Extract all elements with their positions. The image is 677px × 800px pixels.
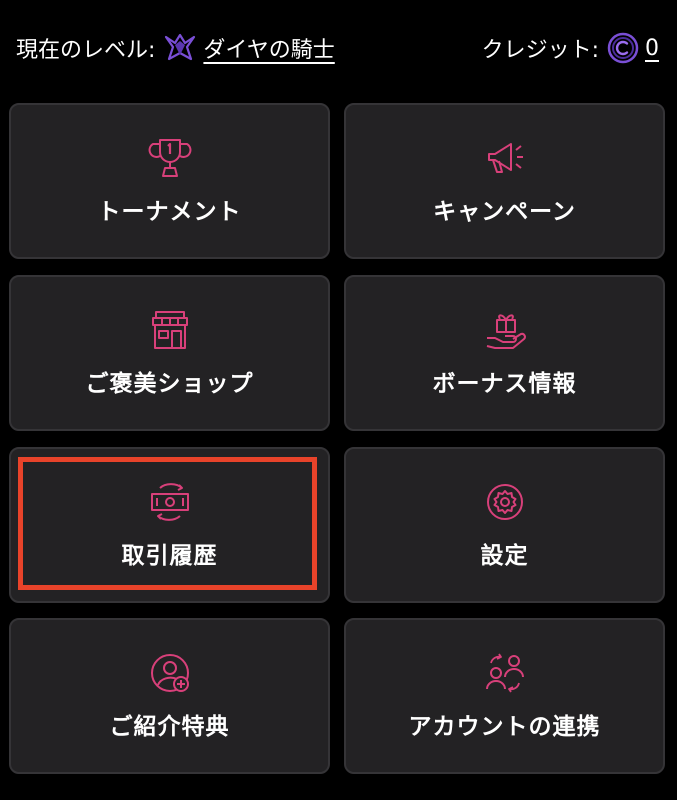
menu-tournament[interactable]: トーナメント [9, 103, 330, 259]
menu-label: 取引履歴 [121, 543, 218, 569]
menu-label: キャンペーン [433, 199, 576, 225]
menu-reward-shop[interactable]: ご褒美ショップ [9, 275, 330, 431]
menu-label: ご褒美ショップ [85, 371, 254, 397]
menu-label: 設定 [480, 543, 529, 569]
users-link-icon [483, 651, 527, 695]
user-add-icon [148, 651, 192, 695]
menu-label: アカウントの連携 [408, 714, 601, 740]
menu-label: ボーナス情報 [432, 371, 577, 397]
menu-grid: トーナメント キャンペーン ご褒美ショップ ボーナス情報 取引履歴 設定 ご紹介… [0, 0, 677, 800]
menu-account-link[interactable]: アカウントの連携 [344, 618, 665, 774]
menu-label: ご紹介特典 [109, 714, 230, 740]
menu-referral-bonus[interactable]: ご紹介特典 [9, 618, 330, 774]
megaphone-icon [483, 136, 527, 180]
menu-transaction-history[interactable]: 取引履歴 [9, 447, 330, 603]
menu-campaign[interactable]: キャンペーン [344, 103, 665, 259]
menu-label: トーナメント [97, 199, 242, 225]
gift-hand-icon [483, 308, 527, 352]
cash-exchange-icon [148, 480, 192, 524]
menu-bonus-info[interactable]: ボーナス情報 [344, 275, 665, 431]
menu-settings[interactable]: 設定 [344, 447, 665, 603]
gear-icon [483, 480, 527, 524]
trophy-icon [148, 136, 192, 180]
shop-icon [148, 308, 192, 352]
